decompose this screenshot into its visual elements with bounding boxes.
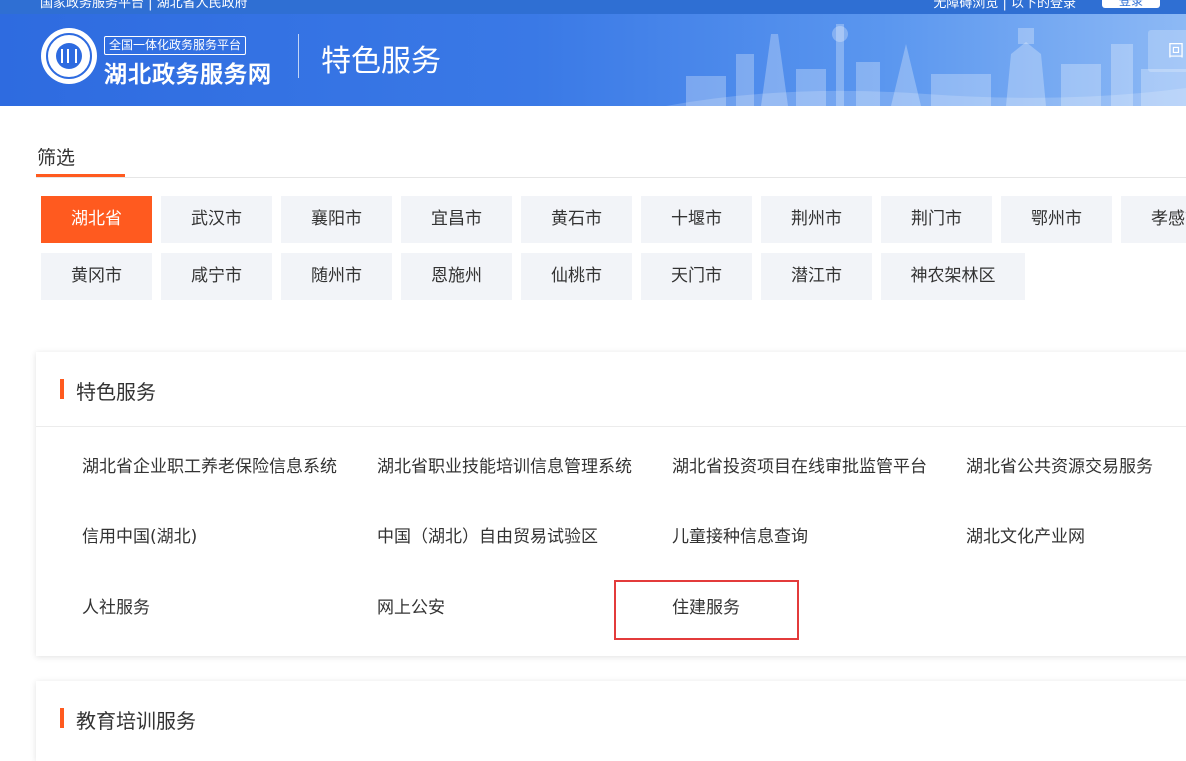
title-accent-bar <box>60 708 64 728</box>
top-links[interactable]: 国家政务服务平台 | 湖北省人民政府 <box>40 0 248 11</box>
service-link[interactable]: 信用中国(湖北) <box>82 522 197 547</box>
region-button[interactable]: 潜江市 <box>761 253 872 300</box>
service-link[interactable]: 儿童接种信息查询 <box>672 522 808 547</box>
panel-title: 教育培训服务 <box>76 709 196 733</box>
region-button[interactable]: 湖北省 <box>41 196 152 243</box>
region-button[interactable]: 天门市 <box>641 253 752 300</box>
header-divider <box>298 34 299 78</box>
region-button[interactable]: 黄石市 <box>521 196 632 243</box>
region-button[interactable]: 咸宁市 <box>161 253 272 300</box>
filter-tab[interactable]: 筛选 <box>37 143 75 170</box>
service-link[interactable]: 人社服务 <box>82 593 150 618</box>
site-name[interactable]: 湖北政务服务网 <box>104 55 272 89</box>
service-link[interactable]: 湖北省职业技能培训信息管理系统 <box>377 452 632 477</box>
region-button[interactable]: 襄阳市 <box>281 196 392 243</box>
service-link[interactable]: 网上公安 <box>377 593 445 618</box>
service-link[interactable]: 湖北省投资项目在线审批监管平台 <box>672 452 927 477</box>
region-button[interactable]: 十堰市 <box>641 196 752 243</box>
page-title: 特色服务 <box>321 44 441 79</box>
region-button[interactable]: 鄂州市 <box>1001 196 1112 243</box>
region-button[interactable]: 黄冈市 <box>41 253 152 300</box>
title-accent-bar <box>60 379 64 399</box>
region-button[interactable]: 神农架林区 <box>881 253 1025 300</box>
top-right-links[interactable]: 无障碍浏览 | 以下的登录 <box>933 0 1076 11</box>
filter-divider <box>36 177 1186 178</box>
service-link[interactable]: 湖北文化产业网 <box>966 522 1085 547</box>
service-link[interactable]: 湖北省公共资源交易服务 <box>966 452 1153 477</box>
region-button[interactable]: 恩施州 <box>401 253 512 300</box>
region-button[interactable]: 随州市 <box>281 253 392 300</box>
region-button[interactable]: 荆州市 <box>761 196 872 243</box>
back-home-button[interactable]: 回 <box>1148 30 1186 72</box>
region-button[interactable]: 宜昌市 <box>401 196 512 243</box>
region-button[interactable]: 仙桃市 <box>521 253 632 300</box>
region-button[interactable]: 荆门市 <box>881 196 992 243</box>
top-utility-bar: 国家政务服务平台 | 湖北省人民政府 无障碍浏览 | 以下的登录 登录 <box>0 0 1186 14</box>
login-button[interactable]: 登录 <box>1102 0 1160 8</box>
featured-services-panel: 特色服务 <box>36 352 1186 656</box>
service-link[interactable]: 湖北省企业职工养老保险信息系统 <box>82 452 337 477</box>
panel-title: 特色服务 <box>76 380 156 404</box>
region-button[interactable]: 武汉市 <box>161 196 272 243</box>
header-banner: 全国一体化政务服务平台 湖北政务服务网 特色服务 回 <box>0 14 1186 106</box>
city-skyline-illustration <box>666 24 1186 106</box>
national-emblem-logo <box>41 28 97 84</box>
education-services-panel: 教育培训服务 <box>36 681 1186 761</box>
panel-header: 特色服务 <box>36 352 1186 427</box>
highlight-box <box>614 580 799 640</box>
platform-tag: 全国一体化政务服务平台 <box>104 36 247 55</box>
service-link[interactable]: 中国（湖北）自由贸易试验区 <box>377 522 598 547</box>
region-button[interactable]: 孝感市 <box>1121 196 1186 243</box>
